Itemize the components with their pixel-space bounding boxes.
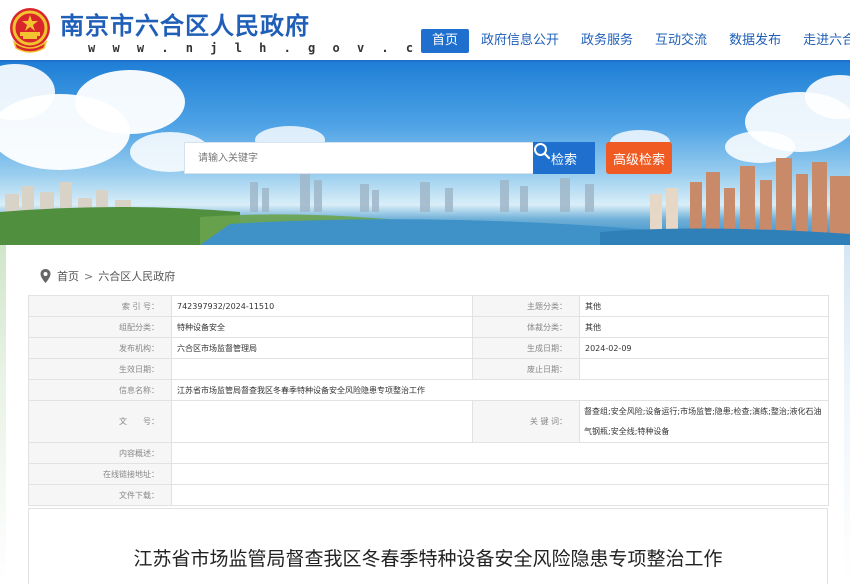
table-row: 生效日期： 废止日期： bbox=[28, 358, 829, 380]
expire-label: 废止日期： bbox=[472, 358, 580, 380]
search-box bbox=[184, 142, 534, 174]
breadcrumb: 首页 > 六合区人民政府 bbox=[40, 268, 175, 284]
national-emblem-icon[interactable] bbox=[8, 6, 52, 54]
effective-label: 生效日期： bbox=[28, 358, 172, 380]
search-icon bbox=[534, 143, 551, 160]
site-url: w w w . n j l h . g o v . c n bbox=[88, 41, 443, 55]
table-row: 组配分类： 特种设备安全 体裁分类： 其他 bbox=[28, 316, 829, 338]
main-nav: 首页 政府信息公开 政务服务 互动交流 数据发布 走进六合 bbox=[421, 29, 850, 53]
doc-no-value bbox=[171, 400, 473, 443]
doc-no-label: 文 号： bbox=[28, 400, 172, 443]
advanced-search-button[interactable]: 高级检索 bbox=[606, 142, 672, 174]
nav-item-data[interactable]: 数据发布 bbox=[721, 29, 789, 53]
info-name-value: 江苏省市场监管局督查我区冬春季特种设备安全风险隐患专项整治工作 bbox=[171, 379, 829, 401]
topic-label: 主题分类： bbox=[472, 295, 580, 317]
genre-label: 体裁分类： bbox=[472, 316, 580, 338]
table-row: 文件下载： bbox=[28, 484, 829, 506]
table-row: 信息名称： 江苏省市场监管局督查我区冬春季特种设备安全风险隐患专项整治工作 bbox=[28, 379, 829, 401]
banner: 检索 高级检索 bbox=[0, 62, 850, 245]
date-label: 生成日期： bbox=[472, 337, 580, 359]
table-row: 内容概述： bbox=[28, 442, 829, 464]
summary-label: 内容概述： bbox=[28, 442, 172, 464]
index-no-value: 742397932/2024-11510 bbox=[171, 295, 473, 317]
download-value[interactable] bbox=[171, 484, 829, 506]
breadcrumb-home[interactable]: 首页 bbox=[57, 268, 79, 284]
index-no-label: 索 引 号： bbox=[28, 295, 172, 317]
genre-value: 其他 bbox=[579, 316, 829, 338]
nav-item-interaction[interactable]: 互动交流 bbox=[647, 29, 715, 53]
document-info-table: 索 引 号： 742397932/2024-11510 主题分类： 其他 组配分… bbox=[28, 295, 829, 506]
publisher-label: 发布机构： bbox=[28, 337, 172, 359]
publisher-value: 六合区市场监督管理局 bbox=[171, 337, 473, 359]
nav-item-services[interactable]: 政务服务 bbox=[573, 29, 641, 53]
table-row: 索 引 号： 742397932/2024-11510 主题分类： 其他 bbox=[28, 295, 829, 317]
location-pin-icon bbox=[40, 269, 51, 283]
link-label: 在线链接地址： bbox=[28, 463, 172, 485]
table-row: 文 号： 关 键 词： 督查组;安全风险;设备运行;市场监管;隐患;检查;演练;… bbox=[28, 400, 829, 443]
keywords-label: 关 键 词： bbox=[472, 400, 580, 443]
expire-value bbox=[579, 358, 829, 380]
nav-item-gov-info[interactable]: 政府信息公开 bbox=[473, 29, 567, 53]
keywords-value: 督查组;安全风险;设备运行;市场监管;隐患;检查;演练;整治;液化石油气钢瓶;安… bbox=[579, 400, 829, 443]
search-input[interactable] bbox=[185, 143, 533, 173]
date-value: 2024-02-09 bbox=[579, 337, 829, 359]
table-row: 发布机构： 六合区市场监督管理局 生成日期： 2024-02-09 bbox=[28, 337, 829, 359]
nav-item-home[interactable]: 首页 bbox=[421, 29, 470, 53]
download-label: 文件下载： bbox=[28, 484, 172, 506]
nav-item-about[interactable]: 走进六合 bbox=[795, 29, 850, 53]
breadcrumb-separator: > bbox=[84, 269, 94, 283]
category-label: 组配分类： bbox=[28, 316, 172, 338]
site-header: 南京市六合区人民政府 w w w . n j l h . g o v . c n… bbox=[0, 0, 850, 60]
summary-value bbox=[171, 442, 829, 464]
info-name-label: 信息名称： bbox=[28, 379, 172, 401]
search-button[interactable]: 检索 bbox=[533, 142, 595, 174]
topic-value: 其他 bbox=[579, 295, 829, 317]
search-button-label: 检索 bbox=[550, 152, 577, 168]
effective-value bbox=[171, 358, 473, 380]
link-value[interactable] bbox=[171, 463, 829, 485]
article-title: 江苏省市场监管局督查我区冬春季特种设备安全风险隐患专项整治工作 bbox=[133, 548, 723, 570]
side-decoration-right bbox=[844, 245, 850, 584]
category-value: 特种设备安全 bbox=[171, 316, 473, 338]
site-title[interactable]: 南京市六合区人民政府 bbox=[60, 6, 310, 41]
table-row: 在线链接地址： bbox=[28, 463, 829, 485]
breadcrumb-current[interactable]: 六合区人民政府 bbox=[98, 268, 175, 284]
